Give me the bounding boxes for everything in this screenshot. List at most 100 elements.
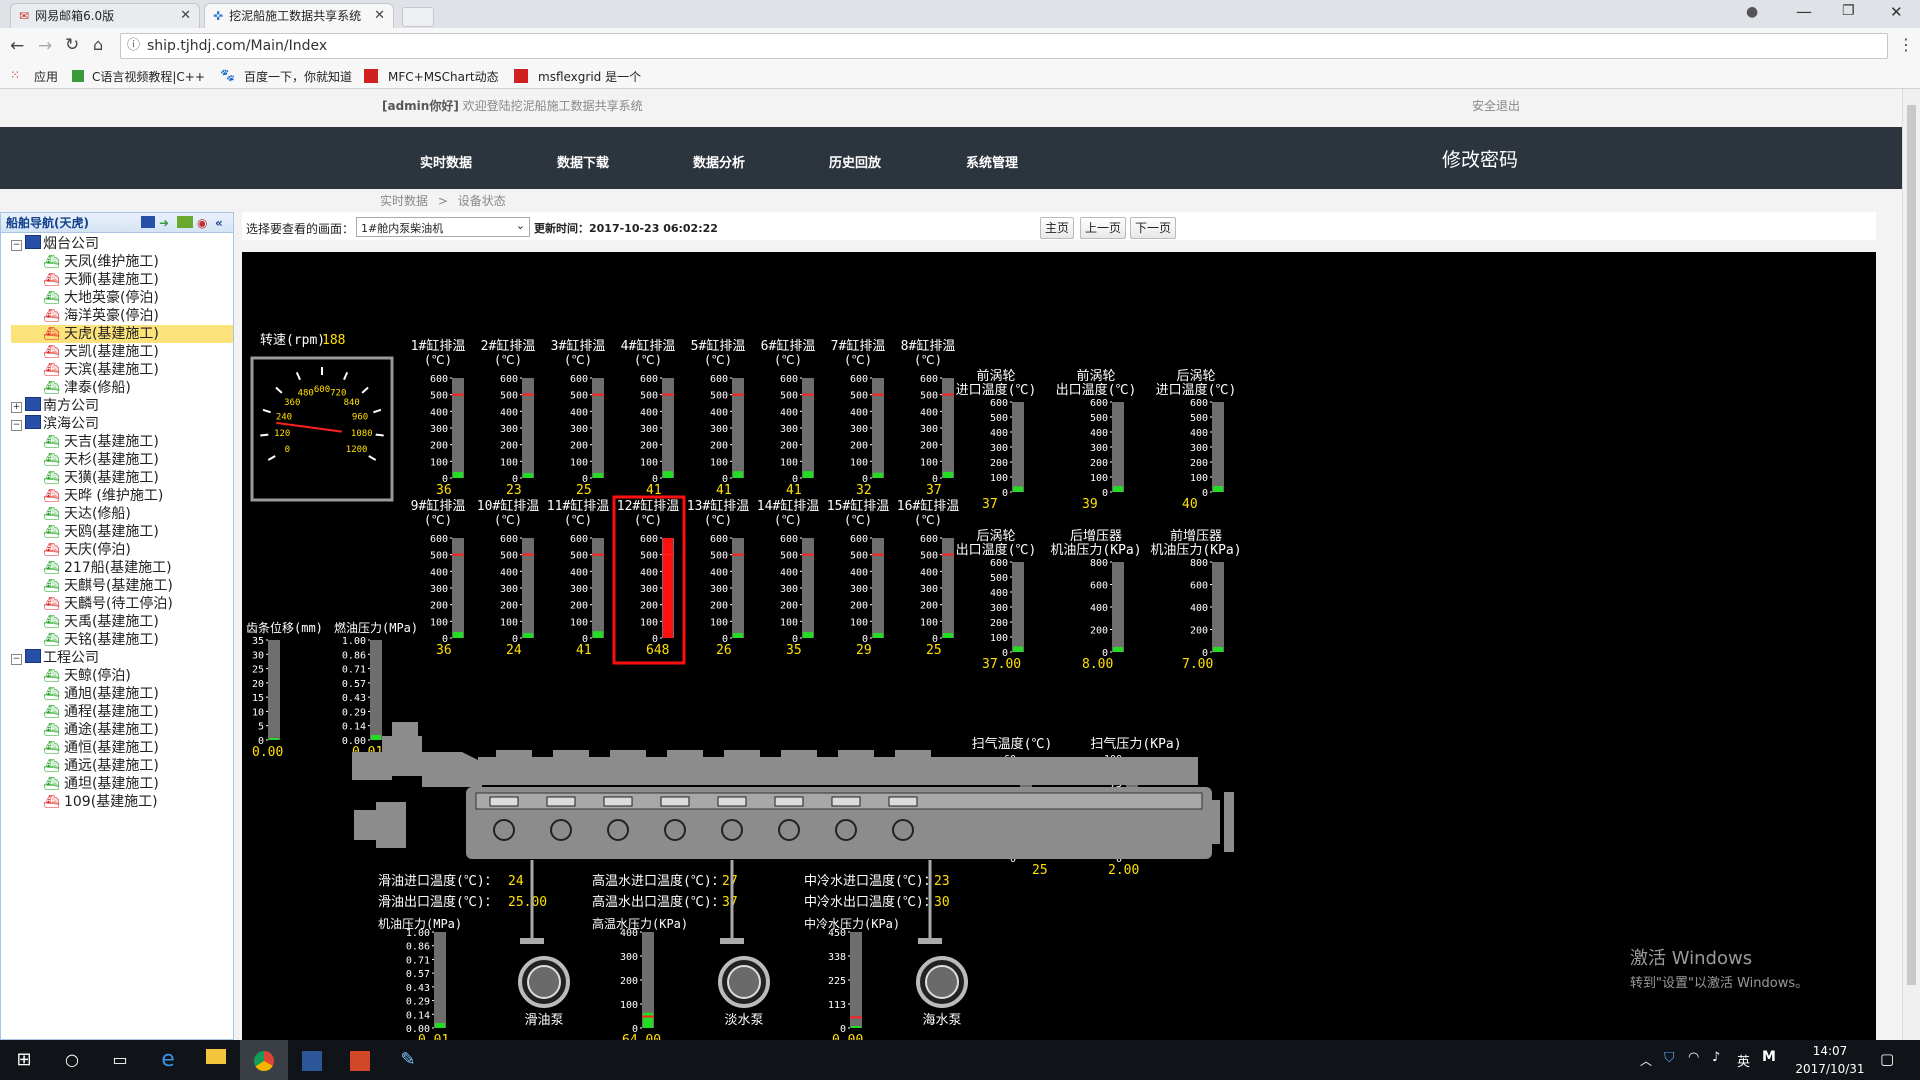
tree-ship[interactable]: ⛴ 天庆(停泊) [43,541,131,559]
home-page-button[interactable]: 主页 [1040,217,1074,239]
ime-indicator[interactable]: 英 [1737,1051,1750,1070]
tree-ship[interactable]: ⛴ 津泰(修船) [43,379,131,397]
cylinder-gauge-tick: 400 [780,567,798,578]
close-tab-icon[interactable]: ✕ [180,4,191,28]
nav-download[interactable]: 数据下载 [557,152,609,171]
tree-ship[interactable]: ⛴ 通旭(基建施工) [43,685,159,703]
tree-ship[interactable]: ⛴ 天虎(基建施工) [11,325,233,343]
volume-icon[interactable]: ♪ [1712,1050,1720,1065]
welcome-bar: [admin你好] 欢迎登陆挖泥船施工数据共享系统 [382,97,643,114]
tray-chevron-icon[interactable]: ︿ [1640,1052,1652,1069]
wifi-icon[interactable]: ◠ [1688,1050,1699,1065]
forward-icon[interactable]: → [38,36,52,56]
close-window-icon[interactable]: ✕ [1890,3,1903,21]
cylinder-unit: (℃) [704,353,732,367]
tree-ship[interactable]: ⛴ 通远(基建施工) [43,757,159,775]
new-tab-button[interactable] [402,7,434,27]
start-icon[interactable]: ⊞ [0,1040,48,1080]
tree-ship[interactable]: ⛴ 天凯(基建施工) [43,343,159,361]
logout-link[interactable]: 安全退出 [1472,97,1520,114]
collapse-node-icon[interactable]: − [11,420,22,431]
word-icon[interactable] [288,1040,336,1080]
bookmark-baidu[interactable]: 百度一下，你就知道 [244,68,352,85]
breadcrumb-realtime[interactable]: 实时数据 [380,194,428,208]
collapse-node-icon[interactable]: − [11,654,22,665]
tree-company[interactable]: + 南方公司 [11,397,99,415]
close-tab-icon[interactable]: ✕ [374,4,385,28]
url-input[interactable]: ⓘ ship.tjhdj.com/Main/Index [120,33,1888,59]
nav-playback[interactable]: 历史回放 [829,152,881,171]
browser-tab-mail[interactable]: ✉ 网易邮箱6.0版 ✕ [10,3,200,28]
location-icon[interactable]: ◉ [197,213,207,233]
tree-company[interactable]: − 滨海公司 [11,415,99,433]
clock-time[interactable]: 14:07 [1794,1044,1866,1058]
explorer-icon[interactable] [192,1040,240,1080]
browser-tab-ship[interactable]: ✜ 挖泥船施工数据共享系统 ✕ [204,3,394,28]
cylinder-gauge-tick: 400 [640,407,658,418]
change-password-link[interactable]: 修改密码 [1442,145,1518,172]
home-icon[interactable]: ⌂ [93,35,103,54]
bookmark-c-video[interactable]: C语言视频教程|C++ [92,68,205,85]
shield-icon[interactable]: ⛉ [1664,1050,1675,1066]
expand-node-icon[interactable]: + [11,402,22,413]
scrollbar-thumb[interactable] [1907,105,1916,985]
nav-realtime[interactable]: 实时数据 [420,152,472,171]
tree-ship[interactable]: ⛴ 天达(修船) [43,505,131,523]
clock-date[interactable]: 2017/10/31 [1794,1062,1866,1076]
tree-ship[interactable]: ⛴ 天鲸(停泊) [43,667,131,685]
tree-ship[interactable]: ⛴ 109(基建施工) [43,793,158,811]
pen-app-icon[interactable]: ✎ [384,1040,432,1080]
page-scrollbar[interactable] [1902,89,1920,1040]
tree-company[interactable]: − 工程公司 [11,649,99,667]
restore-icon[interactable]: ❐ [1842,3,1855,19]
tree-ship[interactable]: ⛴ 天吉(基建施工) [43,433,159,451]
bookmark-mschart[interactable]: MFC+MSChart动态 [388,68,499,85]
edge-icon[interactable]: e [144,1040,192,1080]
tree-ship[interactable]: ⛴ 天杉(基建施工) [43,451,159,469]
reload-icon[interactable]: ↻ [65,35,79,55]
tree-ship[interactable]: ⛴ 天凤(维护施工) [43,253,159,271]
tree-ship[interactable]: ⛴ 天鸥(基建施工) [43,523,159,541]
menu-icon[interactable]: ⋮ [1898,35,1914,54]
prev-page-button[interactable]: 上一页 [1080,217,1126,239]
tree-ship[interactable]: ⛴ 217船(基建施工) [43,559,172,577]
search-icon[interactable]: ○ [48,1040,96,1080]
chrome-icon[interactable] [240,1040,288,1080]
tree-ship[interactable]: ⛴ 大地英豪(停泊) [43,289,159,307]
update-time: 更新时间：2017-10-23 06:02:22 [534,222,718,235]
cylinder-gauge-tick: 300 [710,424,728,435]
bookmark-apps[interactable]: 应用 [34,68,58,85]
tree-ship[interactable]: ⛴ 通坦(基建施工) [43,775,159,793]
notification-icon[interactable]: ▢ [1880,1050,1894,1068]
tree-ship[interactable]: ⛴ 天禹(基建施工) [43,613,159,631]
collapse-node-icon[interactable]: − [11,240,22,251]
powerpoint-icon[interactable] [336,1040,384,1080]
tree-ship[interactable]: ⛴ 天晔 (维护施工) [43,487,163,505]
tree-ship[interactable]: ⛴ 天铭(基建施工) [43,631,159,649]
collapse-icon[interactable]: « [215,213,223,233]
tree-ship[interactable]: ⛴ 通途(基建施工) [43,721,159,739]
nav-system[interactable]: 系统管理 [966,152,1018,171]
apps-icon[interactable]: ⁙ [10,68,20,82]
task-view-icon[interactable]: ▭ [96,1040,144,1080]
company-icon[interactable] [141,216,155,228]
ship-icon[interactable]: ➜ [159,213,169,233]
tree-ship[interactable]: ⛴ 天麒号(基建施工) [43,577,173,595]
tree-ship[interactable]: ⛴ 天滨(基建施工) [43,361,159,379]
tree-ship[interactable]: ⛴ 天狮(基建施工) [43,271,159,289]
tree-ship[interactable]: ⛴ 通恒(基建施工) [43,739,159,757]
tree-ship[interactable]: ⛴ 天麟号(待工停泊) [43,595,173,613]
screen-select[interactable]: 1#舱内泵柴油机 ⌄ [356,217,530,237]
tree-ship[interactable]: ⛴ 海洋英豪(停泊) [43,307,159,325]
ime-mode-icon[interactable]: M [1762,1049,1776,1065]
next-page-button[interactable]: 下一页 [1130,217,1176,239]
nav-analysis[interactable]: 数据分析 [693,152,745,171]
profile-icon[interactable]: ● [1746,4,1758,20]
pro-icon[interactable] [177,216,193,228]
tree-ship[interactable]: ⛴ 天獚(基建施工) [43,469,159,487]
tree-company[interactable]: − 烟台公司 [11,235,99,253]
minimize-icon[interactable]: — [1796,2,1812,21]
tree-ship[interactable]: ⛴ 通程(基建施工) [43,703,159,721]
back-icon[interactable]: ← [10,36,24,56]
bookmark-msflexgrid[interactable]: msflexgrid 是一个 [538,68,641,85]
